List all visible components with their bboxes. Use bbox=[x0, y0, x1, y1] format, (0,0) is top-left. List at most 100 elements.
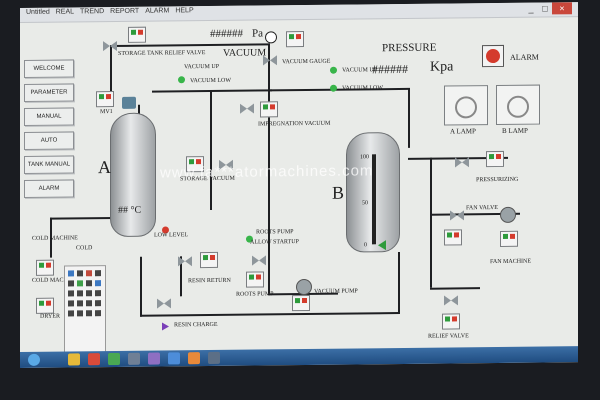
nav-manual-button[interactable]: MANUAL bbox=[24, 107, 74, 126]
palette-tool-icon[interactable] bbox=[77, 270, 83, 277]
palette-tool-icon[interactable] bbox=[77, 300, 83, 307]
resin-return-switch[interactable] bbox=[200, 251, 218, 269]
app-icon[interactable] bbox=[128, 352, 140, 365]
pipe bbox=[398, 252, 400, 315]
pipe bbox=[152, 89, 272, 93]
nav-welcome-button[interactable]: WELCOME bbox=[24, 59, 74, 78]
relief-valve-switch[interactable] bbox=[442, 313, 460, 330]
roots-pump-switch[interactable] bbox=[246, 271, 264, 288]
storage-tank-relief-valve[interactable] bbox=[103, 39, 117, 53]
app-icon[interactable] bbox=[148, 352, 160, 365]
dryer-switch[interactable] bbox=[36, 297, 54, 314]
app-icon[interactable] bbox=[168, 352, 180, 365]
alarm-light-icon bbox=[486, 48, 500, 64]
level-pointer-icon bbox=[378, 240, 386, 251]
explorer-icon[interactable] bbox=[68, 353, 80, 366]
palette-tool-icon[interactable] bbox=[77, 280, 83, 287]
nav-tank-manual-button[interactable]: TANK MANUAL bbox=[24, 155, 74, 174]
start-button-icon[interactable] bbox=[28, 353, 40, 366]
vacuum-gauge-valve[interactable] bbox=[263, 53, 277, 67]
palette-tool-icon[interactable] bbox=[95, 280, 101, 287]
scale-0: 0 bbox=[364, 242, 367, 249]
fan-machine-icon[interactable] bbox=[500, 206, 516, 223]
vacuum-pump-icon[interactable] bbox=[296, 278, 312, 296]
vacuum-up-right-label: VACUUM UP bbox=[342, 67, 378, 74]
temperature-readout: ## °C bbox=[118, 204, 142, 216]
vacuum-low-right-label: VACUUM LOW bbox=[342, 85, 384, 92]
menu-tabs: Untitled REAL TREND REPORT ALARM HELP bbox=[26, 7, 194, 16]
app-icon[interactable] bbox=[208, 351, 220, 365]
window-controls: _ □ × bbox=[524, 2, 572, 15]
palette-tool-icon[interactable] bbox=[86, 300, 92, 307]
palette-tool-icon[interactable] bbox=[95, 300, 101, 307]
alarm-indicator[interactable] bbox=[482, 44, 504, 68]
storage-relief-switch[interactable] bbox=[128, 26, 146, 43]
lamp-ring-icon bbox=[507, 95, 529, 118]
cold-machine-switch[interactable] bbox=[36, 259, 54, 276]
app-icon[interactable] bbox=[188, 352, 200, 365]
pipe bbox=[430, 287, 480, 290]
a-lamp-label: A LAMP bbox=[450, 127, 476, 136]
menu-tab-real[interactable]: REAL bbox=[56, 8, 74, 15]
nav-auto-button[interactable]: AUTO bbox=[24, 131, 74, 150]
palette-tool-icon[interactable] bbox=[68, 310, 74, 317]
fan-machine-label: FAN MACHINE bbox=[490, 258, 532, 266]
pipe bbox=[210, 89, 212, 211]
pressurizing-switch[interactable] bbox=[486, 150, 504, 168]
monitor-frame: Untitled REAL TREND REPORT ALARM HELP _ … bbox=[0, 0, 600, 400]
palette-tool-icon[interactable] bbox=[68, 270, 74, 277]
storage-tank-relief-valve-label: STORAGE TANK RELIEF VALVE bbox=[118, 50, 206, 57]
vacuum-low-led bbox=[330, 84, 337, 92]
tool-palette[interactable] bbox=[64, 265, 106, 356]
vacuum-low-led bbox=[178, 76, 185, 84]
menu-tab-alarm[interactable]: ALARM bbox=[145, 7, 169, 14]
palette-tool-icon[interactable] bbox=[86, 310, 92, 317]
pressure-unit: Kpa bbox=[430, 59, 454, 75]
menu-tab-help[interactable]: HELP bbox=[175, 7, 193, 14]
fan-valve[interactable] bbox=[450, 208, 464, 222]
impregnation-vacuum-valve[interactable] bbox=[240, 102, 254, 116]
menu-tab-untitled[interactable]: Untitled bbox=[26, 9, 50, 16]
nav-alarm-button[interactable]: ALARM bbox=[24, 179, 74, 198]
palette-tool-icon[interactable] bbox=[68, 300, 74, 307]
vacuum-gauge-label: VACUUM GAUGE bbox=[282, 58, 331, 66]
close-button[interactable]: × bbox=[552, 2, 572, 15]
palette-tool-icon[interactable] bbox=[95, 310, 101, 317]
b-lamp-panel[interactable] bbox=[496, 84, 540, 126]
resin-return-valve[interactable] bbox=[178, 254, 192, 268]
fan-valve-switch[interactable] bbox=[444, 229, 462, 246]
vacuum-unit: Pa bbox=[252, 27, 263, 40]
palette-tool-icon[interactable] bbox=[95, 290, 101, 297]
palette-tool-icon[interactable] bbox=[68, 290, 74, 297]
vacuum-low-label: VACUUM LOW bbox=[190, 77, 232, 85]
palette-tool-icon[interactable] bbox=[86, 270, 92, 277]
pressurizing-valve[interactable] bbox=[455, 155, 469, 169]
palette-tool-icon[interactable] bbox=[86, 290, 92, 297]
fan-machine-switch[interactable] bbox=[500, 230, 518, 247]
pressure-value: ###### bbox=[372, 61, 408, 77]
minimize-button[interactable]: _ bbox=[524, 3, 538, 15]
pipe bbox=[140, 312, 400, 317]
palette-tool-icon[interactable] bbox=[77, 310, 83, 317]
vacuum-gauge-switch[interactable] bbox=[286, 31, 304, 48]
relief-valve[interactable] bbox=[444, 293, 458, 307]
mv1-switch[interactable] bbox=[96, 91, 114, 108]
maximize-button[interactable]: □ bbox=[538, 2, 552, 14]
palette-tool-icon[interactable] bbox=[77, 290, 83, 297]
app-icon[interactable] bbox=[108, 352, 120, 366]
palette-tool-icon[interactable] bbox=[86, 280, 92, 287]
menu-tab-report[interactable]: REPORT bbox=[110, 8, 139, 15]
impregnation-vacuum-switch[interactable] bbox=[260, 101, 278, 118]
mv1-label: MV1 bbox=[100, 109, 113, 116]
menu-tab-trend[interactable]: TREND bbox=[80, 8, 104, 15]
low-level-label: LOW LEVEL bbox=[154, 232, 189, 239]
resin-charge-valve[interactable] bbox=[157, 296, 171, 310]
roots-pump-allow-label: ROOTS PUMP bbox=[256, 229, 294, 236]
roots-pump-valve[interactable] bbox=[252, 253, 266, 267]
nav-parameter-button[interactable]: PARAMETER bbox=[24, 83, 74, 102]
app-icon[interactable] bbox=[88, 353, 100, 366]
a-lamp-panel[interactable] bbox=[444, 85, 488, 126]
vacuum-pump-switch[interactable] bbox=[292, 294, 310, 312]
palette-tool-icon[interactable] bbox=[95, 270, 101, 277]
palette-tool-icon[interactable] bbox=[68, 280, 74, 287]
